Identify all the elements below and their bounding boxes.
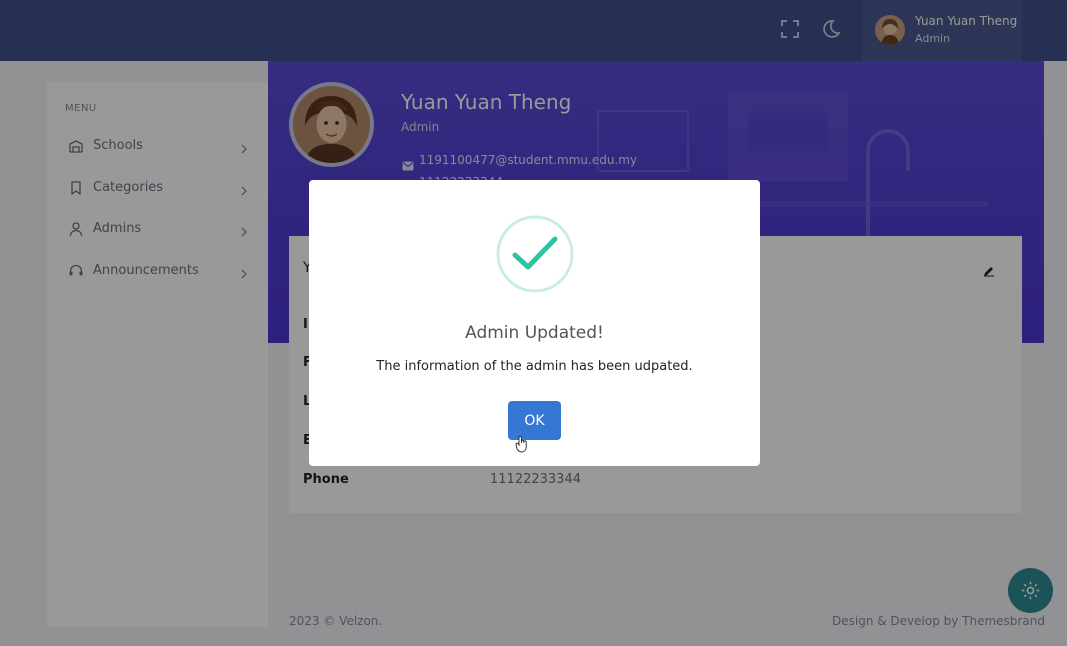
- hand-cursor-icon: [515, 435, 529, 453]
- dialog-title: Admin Updated!: [465, 323, 604, 343]
- dialog-message: The information of the admin has been ud…: [376, 359, 693, 374]
- success-dialog: Admin Updated! The information of the ad…: [309, 180, 760, 466]
- checkmark-icon: [496, 215, 574, 293]
